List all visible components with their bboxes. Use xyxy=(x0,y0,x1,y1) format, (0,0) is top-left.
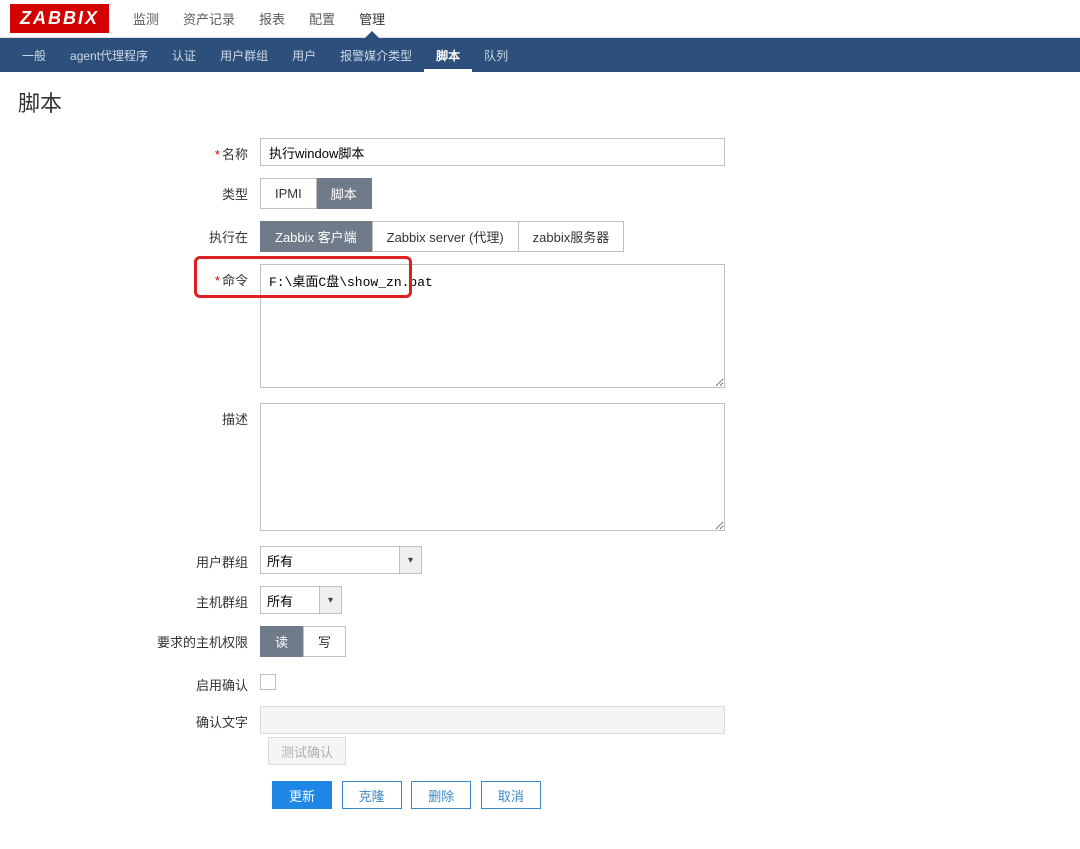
sub-nav: 一般 agent代理程序 认证 用户群组 用户 报警媒介类型 脚本 队列 xyxy=(0,38,1080,72)
label-command: *命令 xyxy=(20,264,260,289)
chevron-down-icon: ▾ xyxy=(408,555,413,566)
perm-write-button[interactable]: 写 xyxy=(303,626,346,657)
host-perm-toggle: 读 写 xyxy=(260,626,346,657)
label-host-perm: 要求的主机权限 xyxy=(20,626,260,651)
action-buttons: 更新 克隆 删除 取消 xyxy=(272,781,800,809)
label-execute-on: 执行在 xyxy=(20,221,260,246)
topnav-config[interactable]: 配置 xyxy=(297,0,347,38)
execute-server-button[interactable]: zabbix服务器 xyxy=(519,221,625,252)
label-enable-confirm: 启用确认 xyxy=(20,669,260,694)
label-confirm-text: 确认文字 xyxy=(20,706,260,731)
subnav-scripts[interactable]: 脚本 xyxy=(424,39,472,72)
subnav-usergroups[interactable]: 用户群组 xyxy=(208,39,280,72)
name-input[interactable] xyxy=(260,138,725,166)
type-script-button[interactable]: 脚本 xyxy=(317,178,372,209)
perm-read-button[interactable]: 读 xyxy=(260,626,303,657)
label-host-group: 主机群组 xyxy=(20,586,260,611)
user-group-select[interactable] xyxy=(260,546,400,574)
page-header: 脚本 xyxy=(0,72,1080,138)
enable-confirm-checkbox[interactable] xyxy=(260,674,276,690)
subnav-general[interactable]: 一般 xyxy=(10,39,58,72)
execute-proxy-button[interactable]: Zabbix server (代理) xyxy=(372,221,519,252)
delete-button[interactable]: 删除 xyxy=(411,781,471,809)
type-toggle: IPMI 脚本 xyxy=(260,178,372,209)
subnav-queue[interactable]: 队列 xyxy=(472,39,520,72)
label-description: 描述 xyxy=(20,403,260,428)
confirm-text-input xyxy=(260,706,725,734)
topnav-items: 监测 资产记录 报表 配置 管理 xyxy=(121,0,397,38)
topnav-monitor[interactable]: 监测 xyxy=(121,0,171,38)
description-textarea[interactable] xyxy=(260,403,725,531)
update-button[interactable]: 更新 xyxy=(272,781,332,809)
topnav-admin[interactable]: 管理 xyxy=(347,0,397,38)
execute-on-toggle: Zabbix 客户端 Zabbix server (代理) zabbix服务器 xyxy=(260,221,624,252)
label-name: *名称 xyxy=(20,138,260,163)
user-group-dropdown-toggle[interactable]: ▾ xyxy=(400,546,422,574)
host-group-dropdown-toggle[interactable]: ▾ xyxy=(320,586,342,614)
label-user-group: 用户群组 xyxy=(20,546,260,571)
host-group-select[interactable] xyxy=(260,586,320,614)
label-type: 类型 xyxy=(20,178,260,203)
subnav-auth[interactable]: 认证 xyxy=(160,39,208,72)
clone-button[interactable]: 克隆 xyxy=(342,781,402,809)
test-confirm-button: 测试确认 xyxy=(268,737,346,765)
subnav-proxies[interactable]: agent代理程序 xyxy=(58,39,160,72)
topnav-inventory[interactable]: 资产记录 xyxy=(171,0,247,38)
topnav-reports[interactable]: 报表 xyxy=(247,0,297,38)
execute-agent-button[interactable]: Zabbix 客户端 xyxy=(260,221,372,252)
logo: ZABBIX xyxy=(10,4,109,33)
chevron-down-icon: ▾ xyxy=(328,595,333,606)
top-nav: ZABBIX 监测 资产记录 报表 配置 管理 xyxy=(0,0,1080,38)
command-textarea[interactable]: F:\桌面C盘\show_zn.bat xyxy=(260,264,725,388)
cancel-button[interactable]: 取消 xyxy=(481,781,541,809)
subnav-users[interactable]: 用户 xyxy=(280,39,328,72)
type-ipmi-button[interactable]: IPMI xyxy=(260,178,317,209)
page-title: 脚本 xyxy=(18,86,1062,118)
script-form: *名称 类型 IPMI 脚本 执行在 Zabbix 客户端 Zabbix ser… xyxy=(0,138,820,849)
subnav-mediatypes[interactable]: 报警媒介类型 xyxy=(328,39,424,72)
